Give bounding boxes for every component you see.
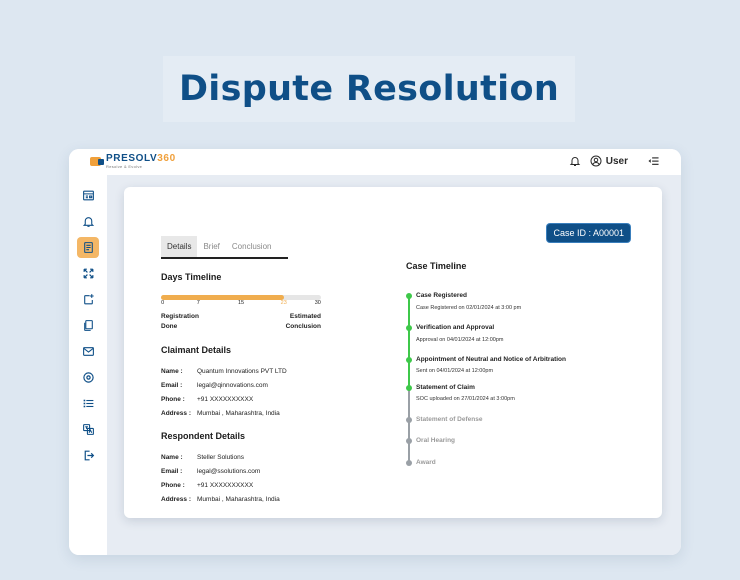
timeline-event-title: Statement of Claim (416, 384, 475, 391)
days-ticks: 0 7 15 23 30 (161, 300, 321, 310)
sidebar-item-expand[interactable] (77, 263, 99, 284)
case-tabs: Details Brief Conclusion (161, 236, 288, 259)
logo-tagline: Resolve & Evolve (106, 164, 143, 169)
logo[interactable]: PRESOLV360 Resolve & Evolve (90, 154, 176, 169)
case-details-card: Case ID : A00001 Details Brief Conclusio… (124, 187, 662, 518)
sidebar-item-new-case[interactable] (77, 289, 99, 310)
sidebar-item-notifications[interactable] (77, 211, 99, 232)
document-icon (83, 242, 93, 253)
user-label[interactable]: User (606, 156, 628, 167)
mail-icon (82, 347, 94, 356)
dashboard-icon (82, 190, 94, 201)
hero-banner: Dispute Resolution (163, 56, 575, 122)
case-id-badge: Case ID : A00001 (547, 224, 630, 242)
logo-mark-icon (90, 157, 104, 166)
translate-icon (82, 424, 94, 435)
tick-15: 15 (237, 300, 245, 306)
timeline-dot-award (406, 460, 412, 466)
sidebar-item-mail[interactable] (77, 341, 99, 362)
timeline-event-title: Appointment of Neutral and Notice of Arb… (416, 356, 566, 363)
tick-7: 7 (196, 300, 200, 306)
user-circle-icon[interactable] (590, 155, 602, 167)
timeline-dot-statement-of-defense (406, 417, 412, 423)
tick-30: 30 (314, 300, 321, 306)
sidebar-item-dashboard[interactable] (77, 185, 99, 206)
sidebar-item-logout[interactable] (77, 445, 99, 466)
case-timeline-title: Case Timeline (406, 261, 467, 271)
sidebar (69, 175, 107, 555)
bell-icon[interactable] (569, 155, 581, 167)
tab-conclusion[interactable]: Conclusion (226, 236, 278, 257)
timeline-event-sub: Approval on 04/01/2024 at 12:00pm (416, 337, 504, 343)
timeline-pending-line (408, 388, 410, 463)
sidebar-item-list[interactable] (77, 393, 99, 414)
timeline-event-title: Award (416, 459, 436, 466)
menu-toggle-icon[interactable] (648, 156, 659, 166)
respondent-details-title: Respondent Details (161, 431, 246, 441)
sidebar-item-cases[interactable] (77, 237, 99, 258)
timeline-dot-oral-hearing (406, 438, 412, 444)
bell-icon (82, 217, 94, 227)
timeline-dot-statement-of-claim (406, 385, 412, 391)
estimated-conclusion-label: Estimated Conclusion (285, 313, 321, 330)
tab-details[interactable]: Details (161, 236, 198, 257)
timeline-dot-verification (406, 325, 412, 331)
app-window: PRESOLV360 Resolve & Evolve User Case ID… (69, 149, 681, 555)
timeline-event-sub: Sent on 04/01/2024 at 12:00pm (416, 368, 494, 374)
target-icon (82, 372, 94, 383)
timeline-event-title: Oral Hearing (416, 437, 456, 444)
expand-icon (83, 268, 93, 279)
timeline-event-sub: Case Registered on 02/01/2024 at 3:00 pm (416, 305, 522, 311)
logout-icon (84, 450, 94, 461)
tick-0: 0 (161, 300, 165, 306)
sidebar-item-files[interactable] (77, 315, 99, 336)
new-case-icon (83, 294, 94, 305)
list-icon (83, 399, 93, 408)
timeline-event-sub: SOC uploaded on 27/01/2024 at 3:00pm (416, 396, 515, 402)
timeline-event-title: Verification and Approval (416, 324, 495, 331)
logo-name: PRESOLV360 (106, 153, 176, 164)
timeline-event-title: Case Registered (416, 292, 467, 299)
registration-label: Registration Done (161, 313, 199, 330)
tab-brief[interactable]: Brief (197, 236, 225, 257)
sidebar-item-target[interactable] (77, 367, 99, 388)
timeline-event-title: Statement of Defense (416, 416, 483, 423)
sidebar-item-translate[interactable] (77, 419, 99, 440)
days-timeline-title: Days Timeline (161, 272, 222, 282)
top-right-actions: User (569, 155, 659, 167)
top-bar: PRESOLV360 Resolve & Evolve User (69, 149, 681, 175)
files-icon (83, 320, 93, 331)
timeline-dot-appointment (406, 357, 412, 363)
timeline-dot-case-registered (406, 293, 412, 299)
main-content: Case ID : A00001 Details Brief Conclusio… (107, 175, 681, 555)
tick-23: 23 (280, 300, 287, 306)
hero-title: Dispute Resolution (178, 69, 560, 109)
claimant-details-title: Claimant Details (161, 345, 232, 355)
timeline-completed-line (408, 296, 410, 388)
